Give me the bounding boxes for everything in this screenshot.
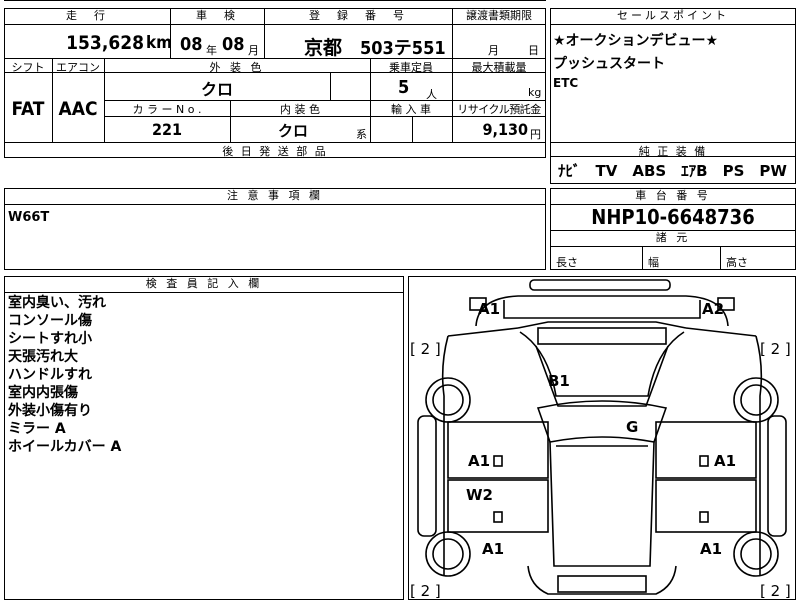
sales-point-line-2: プッシュスタート — [553, 56, 665, 72]
month-unit: 月 — [248, 44, 259, 57]
inspector-line: 室内臭い、汚れ — [8, 295, 106, 311]
car-diagram: A1 A2 B1 G A1 A1 W2 A1 A1 [ 2 ] [ 2 ] [ … — [410, 279, 791, 600]
chassis-label: 車 台 番 号 — [635, 189, 711, 202]
damage-mark: B1 — [548, 372, 570, 390]
damage-mark: A1 — [478, 300, 500, 318]
damage-mark: A2 — [702, 300, 724, 318]
sales-point-line-3: ETC — [553, 76, 579, 90]
damage-mark: A1 — [468, 452, 490, 470]
inspection-month: 08 — [222, 34, 245, 55]
color-no-label: カ ラ ー N o . — [132, 103, 202, 116]
capacity-label: 乗車定員 — [389, 61, 433, 74]
later-parts-label: 後 日 発 送 部 品 — [222, 145, 328, 158]
import-label: 輸 入 車 — [391, 103, 431, 116]
max-load-label: 最大積載量 — [471, 61, 527, 74]
interior-color-suffix: 系 — [356, 128, 367, 141]
inspector-line: 室内内張傷 — [8, 385, 78, 401]
dimensions-label: 諸 元 — [655, 231, 691, 244]
interior-color-value: クロ — [277, 122, 308, 140]
notes-label: 注 意 事 項 欄 — [227, 189, 323, 202]
chassis-number: NHP10-6648736 — [591, 205, 755, 229]
inspector-line: ハンドルすれ — [8, 367, 92, 383]
inspection-label: 車 検 — [196, 9, 238, 22]
registration-area: 京都 — [304, 37, 343, 59]
transfer-doc-label: 譲渡書類期限 — [466, 9, 532, 22]
recycle-label: リサイクル預託金 — [457, 103, 541, 116]
tire-mark: [ 2 ] — [410, 340, 441, 358]
shift-value: FAT — [11, 98, 45, 120]
tire-mark: [ 2 ] — [760, 340, 791, 358]
interior-color-label: 内 装 色 — [280, 103, 320, 116]
inspector-line: 天張汚れ大 — [8, 349, 78, 365]
mileage-label: 走 行 — [66, 9, 108, 22]
recycle-amount: 9,130 — [482, 120, 528, 139]
color-no-value: 221 — [151, 120, 183, 139]
transfer-month-unit: 月 — [488, 44, 499, 57]
tire-mark: [ 2 ] — [410, 582, 441, 600]
mileage-unit: km — [146, 33, 173, 53]
height-label: 高さ — [726, 256, 748, 269]
mileage-value: 153,628 — [66, 32, 144, 54]
length-label: 長さ — [556, 256, 578, 269]
load-unit: kg — [528, 86, 542, 99]
aircon-value: AAC — [58, 98, 98, 120]
inspector-line: ミラー A — [8, 421, 66, 437]
damage-mark: A1 — [482, 540, 504, 558]
year-unit: 年 — [206, 44, 217, 57]
equipment-items: ﾅﾋﾞ TV ABS ｴｱB PS PW — [558, 162, 787, 180]
damage-mark: A1 — [700, 540, 722, 558]
damage-mark: A1 — [714, 452, 736, 470]
capacity-value: 5 — [398, 77, 410, 98]
equipment-label: 純 正 装 備 — [638, 145, 708, 158]
exterior-color-value: クロ — [200, 80, 233, 99]
shift-label: シフト — [11, 61, 45, 74]
damage-mark: G — [626, 418, 638, 436]
inspector-line: シートすれ小 — [8, 331, 92, 347]
tire-mark: [ 2 ] — [760, 582, 791, 600]
notes-text: W66T — [8, 210, 50, 225]
inspector-line: 外装小傷有り — [8, 403, 92, 419]
registration-number: 503テ551 — [360, 38, 446, 59]
inspector-line: コンソール傷 — [8, 313, 92, 329]
inspector-label: 検 査 員 記 入 欄 — [145, 277, 263, 290]
damage-mark: W2 — [466, 486, 493, 504]
sales-point-line-1: ★オークションデビュー★ — [553, 33, 719, 49]
width-label: 幅 — [648, 256, 659, 269]
inspection-year: 08 — [180, 34, 203, 55]
recycle-unit: 円 — [530, 128, 541, 141]
aircon-label: エアコン — [56, 61, 100, 74]
registration-label: 登 録 番 号 — [309, 9, 407, 22]
transfer-day-unit: 日 — [528, 44, 539, 57]
sales-point-label: セールスポイント — [617, 9, 729, 22]
inspector-line: ホイールカバー A — [8, 439, 122, 455]
